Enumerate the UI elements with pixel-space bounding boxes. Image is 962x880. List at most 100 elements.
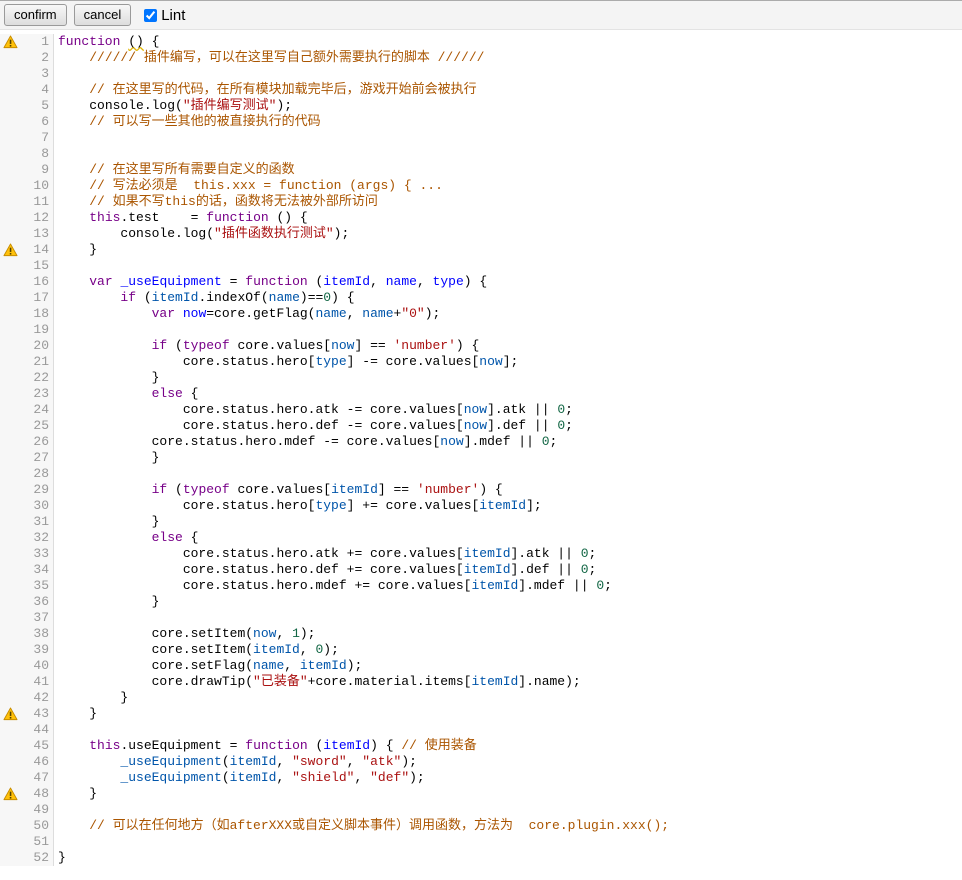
code-text[interactable]: }	[54, 706, 97, 722]
code-line[interactable]: 20 if (typeof core.values[now] == 'numbe…	[0, 338, 962, 354]
code-line[interactable]: 16 var _useEquipment = function (itemId,…	[0, 274, 962, 290]
code-line[interactable]: 2 ////// 插件编写，可以在这里写自己额外需要执行的脚本 //////	[0, 50, 962, 66]
code-text[interactable]: else {	[54, 530, 198, 546]
code-text[interactable]: ////// 插件编写，可以在这里写自己额外需要执行的脚本 //////	[54, 50, 484, 66]
confirm-button[interactable]: confirm	[4, 4, 67, 26]
code-text[interactable]: // 在这里写所有需要自定义的函数	[54, 162, 295, 178]
code-line[interactable]: 27 }	[0, 450, 962, 466]
code-text[interactable]: core.status.hero.mdef -= core.values[now…	[54, 434, 557, 450]
code-line[interactable]: 25 core.status.hero.def -= core.values[n…	[0, 418, 962, 434]
code-text[interactable]	[54, 258, 58, 274]
code-line[interactable]: 31 }	[0, 514, 962, 530]
code-line[interactable]: 17 if (itemId.indexOf(name)==0) {	[0, 290, 962, 306]
code-line[interactable]: 46 _useEquipment(itemId, "sword", "atk")…	[0, 754, 962, 770]
code-line[interactable]: 52}	[0, 850, 962, 866]
code-line[interactable]: 18 var now=core.getFlag(name, name+"0");	[0, 306, 962, 322]
lint-warning-marker[interactable]	[0, 786, 20, 802]
code-line[interactable]: 37	[0, 610, 962, 626]
code-line[interactable]: 13 console.log("插件函数执行测试");	[0, 226, 962, 242]
code-line[interactable]: 1function () {	[0, 34, 962, 50]
code-line[interactable]: 10 // 写法必须是 this.xxx = function (args) {…	[0, 178, 962, 194]
code-line[interactable]: 50 // 可以在任何地方（如afterXXX或自定义脚本事件）调用函数，方法为…	[0, 818, 962, 834]
code-text[interactable]: var now=core.getFlag(name, name+"0");	[54, 306, 440, 322]
code-line[interactable]: 19	[0, 322, 962, 338]
code-text[interactable]: core.setItem(now, 1);	[54, 626, 315, 642]
code-line[interactable]: 12 this.test = function () {	[0, 210, 962, 226]
code-text[interactable]: core.setItem(itemId, 0);	[54, 642, 339, 658]
code-line[interactable]: 47 _useEquipment(itemId, "shield", "def"…	[0, 770, 962, 786]
code-text[interactable]	[54, 146, 58, 162]
code-line[interactable]: 4 // 在这里写的代码，在所有模块加载完毕后，游戏开始前会被执行	[0, 82, 962, 98]
code-line[interactable]: 44	[0, 722, 962, 738]
cancel-button[interactable]: cancel	[74, 4, 132, 26]
warning-icon[interactable]	[3, 243, 18, 257]
code-line[interactable]: 8	[0, 146, 962, 162]
code-text[interactable]: if (typeof core.values[itemId] == 'numbe…	[54, 482, 503, 498]
code-line[interactable]: 11 // 如果不写this的话，函数将无法被外部所访问	[0, 194, 962, 210]
code-line[interactable]: 35 core.status.hero.mdef += core.values[…	[0, 578, 962, 594]
code-line[interactable]: 7	[0, 130, 962, 146]
code-text[interactable]	[54, 322, 58, 338]
lint-warning-marker[interactable]	[0, 242, 20, 258]
code-line[interactable]: 42 }	[0, 690, 962, 706]
code-text[interactable]	[54, 130, 58, 146]
code-text[interactable]: if (itemId.indexOf(name)==0) {	[54, 290, 355, 306]
code-line[interactable]: 24 core.status.hero.atk -= core.values[n…	[0, 402, 962, 418]
lint-warning-marker[interactable]	[0, 706, 20, 722]
code-text[interactable]: _useEquipment(itemId, "sword", "atk");	[54, 754, 417, 770]
code-line[interactable]: 38 core.setItem(now, 1);	[0, 626, 962, 642]
code-text[interactable]	[54, 466, 58, 482]
code-line[interactable]: 26 core.status.hero.mdef -= core.values[…	[0, 434, 962, 450]
code-line[interactable]: 41 core.drawTip("已装备"+core.material.item…	[0, 674, 962, 690]
code-line[interactable]: 33 core.status.hero.atk += core.values[i…	[0, 546, 962, 562]
code-text[interactable]	[54, 66, 58, 82]
code-text[interactable]	[54, 802, 58, 818]
code-text[interactable]: }	[54, 370, 159, 386]
code-text[interactable]	[54, 610, 58, 626]
warning-icon[interactable]	[3, 35, 18, 49]
code-text[interactable]: console.log("插件编写测试");	[54, 98, 292, 114]
code-text[interactable]: core.status.hero[type] += core.values[it…	[54, 498, 542, 514]
code-text[interactable]: core.status.hero.def += core.values[item…	[54, 562, 596, 578]
code-text[interactable]	[54, 834, 58, 850]
code-line[interactable]: 28	[0, 466, 962, 482]
code-line[interactable]: 51	[0, 834, 962, 850]
code-text[interactable]: core.setFlag(name, itemId);	[54, 658, 362, 674]
code-line[interactable]: 15	[0, 258, 962, 274]
code-line[interactable]: 48 }	[0, 786, 962, 802]
lint-label[interactable]: Lint	[161, 7, 185, 24]
code-text[interactable]: }	[54, 450, 159, 466]
code-text[interactable]: core.drawTip("已装备"+core.material.items[i…	[54, 674, 581, 690]
code-line[interactable]: 29 if (typeof core.values[itemId] == 'nu…	[0, 482, 962, 498]
code-text[interactable]: else {	[54, 386, 198, 402]
code-text[interactable]: core.status.hero.mdef += core.values[ite…	[54, 578, 612, 594]
code-text[interactable]: core.status.hero[type] -= core.values[no…	[54, 354, 518, 370]
warning-icon[interactable]	[3, 707, 18, 721]
code-line[interactable]: 32 else {	[0, 530, 962, 546]
code-text[interactable]: console.log("插件函数执行测试");	[54, 226, 349, 242]
code-text[interactable]: }	[54, 786, 97, 802]
code-line[interactable]: 22 }	[0, 370, 962, 386]
code-text[interactable]: core.status.hero.def -= core.values[now]…	[54, 418, 573, 434]
code-line[interactable]: 45 this.useEquipment = function (itemId)…	[0, 738, 962, 754]
code-text[interactable]: _useEquipment(itemId, "shield", "def");	[54, 770, 425, 786]
code-text[interactable]: // 在这里写的代码，在所有模块加载完毕后，游戏开始前会被执行	[54, 82, 477, 98]
code-text[interactable]: // 写法必须是 this.xxx = function (args) { ..…	[54, 178, 443, 194]
code-line[interactable]: 40 core.setFlag(name, itemId);	[0, 658, 962, 674]
code-text[interactable]: // 如果不写this的话，函数将无法被外部所访问	[54, 194, 378, 210]
code-text[interactable]: if (typeof core.values[now] == 'number')…	[54, 338, 479, 354]
lint-warning-marker[interactable]	[0, 34, 20, 50]
code-text[interactable]: function () {	[54, 34, 159, 50]
code-text[interactable]: core.status.hero.atk -= core.values[now]…	[54, 402, 573, 418]
code-text[interactable]: }	[54, 690, 128, 706]
code-text[interactable]: var _useEquipment = function (itemId, na…	[54, 274, 487, 290]
code-text[interactable]: this.test = function () {	[54, 210, 308, 226]
code-line[interactable]: 43 }	[0, 706, 962, 722]
code-line[interactable]: 23 else {	[0, 386, 962, 402]
code-line[interactable]: 34 core.status.hero.def += core.values[i…	[0, 562, 962, 578]
code-text[interactable]: // 可以在任何地方（如afterXXX或自定义脚本事件）调用函数，方法为 co…	[54, 818, 669, 834]
code-text[interactable]: this.useEquipment = function (itemId) { …	[54, 738, 477, 754]
code-line[interactable]: 21 core.status.hero[type] -= core.values…	[0, 354, 962, 370]
code-text[interactable]: core.status.hero.atk += core.values[item…	[54, 546, 596, 562]
lint-checkbox[interactable]	[144, 9, 157, 22]
